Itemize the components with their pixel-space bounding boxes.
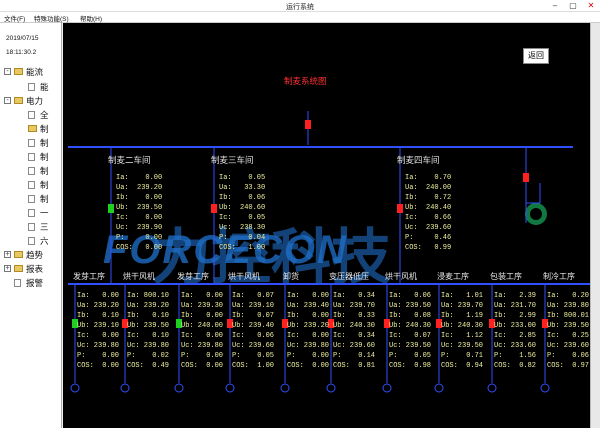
motor-icon — [225, 383, 235, 393]
feeder-title: 变压器低压 — [329, 272, 369, 281]
menu-special[interactable]: 特殊功能(S) — [34, 13, 69, 23]
feeder-title: 烘干风机 — [228, 272, 260, 281]
title-bar: 运行系统 – ▢ ✕ — [0, 0, 600, 12]
menu-file[interactable]: 文件(F) — [4, 13, 25, 23]
feeder-readings: Ia: 0.00 Ua: 239.20 Ib: 0.10 Ub: 239.10 … — [77, 292, 120, 370]
feeder-readings: Ia: 2.39 Ua: 231.70 Ib: 2.99 Ub: 233.00 … — [494, 292, 537, 370]
section-breaker[interactable] — [211, 204, 217, 213]
tree-item-label: 制 — [40, 138, 49, 148]
motor-icon — [120, 383, 130, 393]
feeder-readings: Ia: 800.10 Ua: 239.20 Ib: 0.10 Ub: 239.5… — [127, 292, 170, 370]
feeder-title: 烘干风机 — [123, 272, 155, 281]
page-icon — [28, 139, 35, 147]
diagram-canvas: 力控科技 FORCECON 返回 制麦系统图 制麦二车间 Ia: 0.00 Ua:… — [63, 23, 600, 428]
page-icon — [28, 167, 35, 175]
menu-help[interactable]: 帮助(H) — [80, 13, 102, 23]
motor-icon — [540, 383, 550, 393]
section-readings: Ia: 0.05 Ua: 33.30 Ib: 0.06 Ub: 240.60 I… — [219, 174, 266, 252]
section-breaker[interactable] — [397, 204, 403, 213]
tree-item-label: 能流 — [26, 67, 44, 77]
motor-icon — [70, 383, 80, 393]
feeder-readings: Ia: 0.06 Ua: 239.50 Ib: 0.08 Ub: 240.30 … — [389, 292, 432, 370]
back-button[interactable]: 返回 — [523, 48, 549, 64]
page-icon — [28, 153, 35, 161]
folder-icon — [14, 68, 23, 75]
feeder-readings: Ia: 0.00 Ua: 239.40 Ib: 0.00 Ub: 239.20 … — [287, 292, 330, 370]
motor-icon — [487, 383, 497, 393]
expand-icon[interactable]: + — [4, 265, 11, 272]
folder-icon — [28, 125, 37, 132]
vertical-scrollbar[interactable] — [590, 23, 600, 428]
motor-icon — [382, 383, 392, 393]
main-breaker[interactable] — [305, 120, 311, 129]
feeder-title: 浸麦工序 — [437, 272, 469, 281]
left-panel: 2019/07/15 18:11:30.2 - 能流能 - 电力全制制制制制制一三六 +… — [0, 23, 62, 428]
motor-icon — [174, 383, 184, 393]
tree-item-label: 趋势 — [26, 250, 44, 260]
section-readings: Ia: 0.00 Ua: 239.20 Ib: 0.00 Ub: 239.50 … — [116, 174, 163, 252]
tree-item-label: 制 — [40, 124, 49, 134]
tree-item-label: 电力 — [26, 96, 44, 106]
page-icon — [28, 223, 35, 231]
page-icon — [28, 83, 35, 91]
tree-item-label: 一 — [40, 208, 49, 218]
tree-item-label: 制 — [40, 152, 49, 162]
page-icon — [28, 181, 35, 189]
motor-icon — [326, 383, 336, 393]
feeder-readings: Ia: 0.00 Ua: 239.30 Ib: 0.00 Ub: 240.00 … — [181, 292, 224, 370]
folder-icon — [14, 251, 23, 258]
app-window: 运行系统 – ▢ ✕ 文件(F) 特殊功能(S) 帮助(H) 2019/07/1… — [0, 0, 600, 428]
feeder-readings: Ia: 0.20 Ua: 239.80 Ib: 800.01 Ub: 239.5… — [547, 292, 590, 370]
diagram-title: 制麦系统图 — [284, 76, 327, 86]
collapse-icon[interactable]: - — [4, 68, 11, 75]
section-title: 制麦四车间 — [397, 155, 440, 165]
tree-item-label: 制 — [40, 166, 49, 176]
tree-item-label: 全 — [40, 110, 49, 120]
feeder-title: 卸货 — [283, 272, 299, 281]
tree-item-label: 报警 — [26, 278, 44, 288]
folder-icon — [14, 265, 23, 272]
date-text: 2019/07/15 — [6, 35, 39, 42]
section-title: 制麦三车间 — [211, 155, 254, 165]
expand-icon[interactable]: + — [4, 251, 11, 258]
tree-item-label: 制 — [40, 180, 49, 190]
feeder-title: 发芽工序 — [73, 272, 105, 281]
close-button[interactable]: ✕ — [582, 0, 600, 12]
riser-breaker[interactable] — [523, 173, 529, 182]
section-title: 制麦二车间 — [108, 155, 151, 165]
time-text: 18:11:30.2 — [6, 49, 37, 56]
tree-item-label: 六 — [40, 236, 49, 246]
feeder-readings: Ia: 1.01 Ua: 239.70 Ib: 1.19 Ub: 240.30 … — [441, 292, 484, 370]
feeder-title: 发芽工序 — [177, 272, 209, 281]
tree-item-label: 报表 — [26, 264, 44, 274]
feeder-title: 包装工序 — [490, 272, 522, 281]
page-icon — [28, 195, 35, 203]
page-icon — [28, 209, 35, 217]
page-icon — [14, 279, 21, 287]
feeder-title: 烘干风机 — [385, 272, 417, 281]
window-title: 运行系统 — [286, 4, 314, 11]
folder-icon — [14, 97, 23, 104]
page-icon — [28, 237, 35, 245]
section-breaker[interactable] — [108, 204, 114, 213]
tree-item-label: 三 — [40, 222, 49, 232]
motor-icon — [434, 383, 444, 393]
tree-item-label: 制 — [40, 194, 49, 204]
tree-item-label: 能 — [40, 82, 49, 92]
collapse-icon[interactable]: - — [4, 97, 11, 104]
page-icon — [28, 111, 35, 119]
minimize-button[interactable]: – — [546, 0, 564, 12]
menu-bar: 文件(F) 特殊功能(S) 帮助(H) — [0, 12, 600, 23]
maximize-button[interactable]: ▢ — [564, 0, 582, 12]
feeder-readings: Ia: 0.34 Ua: 239.70 Ib: 0.33 Ub: 240.30 … — [333, 292, 376, 370]
section-readings: Ia: 0.70 Ua: 240.00 Ib: 0.72 Ub: 240.40 … — [405, 174, 452, 252]
feeder-readings: Ia: 0.07 Ua: 239.10 Ib: 0.07 Ub: 239.40 … — [232, 292, 275, 370]
feeder-title: 制冷工序 — [543, 272, 575, 281]
motor-icon — [280, 383, 290, 393]
